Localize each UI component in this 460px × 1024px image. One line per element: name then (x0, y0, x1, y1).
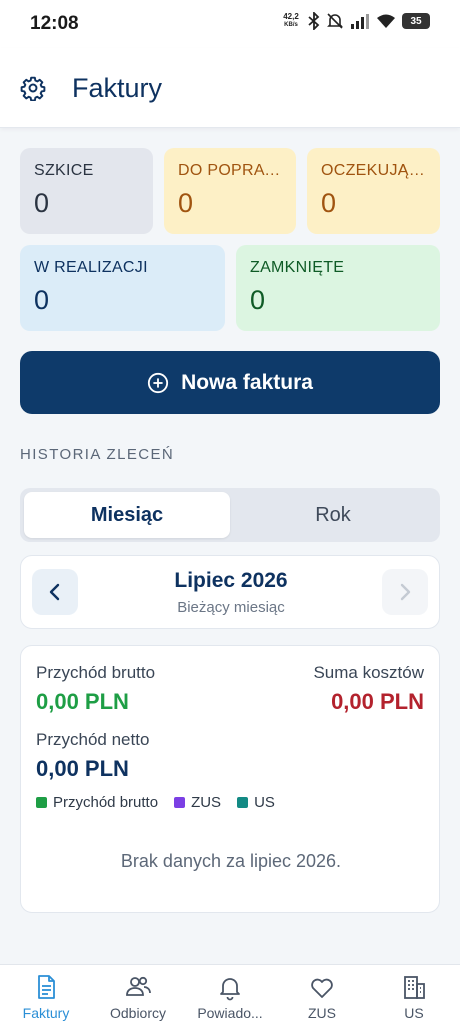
tab-label: US (404, 1005, 424, 1021)
status-card-drafts[interactable]: SZKICE 0 (20, 148, 153, 234)
status-card-label: OCZEKUJĄCE (321, 162, 426, 179)
signal-icon (351, 14, 369, 29)
status-card-in-progress[interactable]: W REALIZACJI 0 (20, 245, 225, 331)
status-icons: 42,2 KB/s 35 (280, 12, 430, 30)
tab-zus[interactable]: ZUS (276, 965, 368, 1024)
status-card-count: 0 (34, 285, 50, 315)
app-header: Faktury (0, 48, 460, 128)
heart-icon (311, 978, 333, 998)
mute-icon (327, 13, 343, 29)
month-subtitle: Bieżący miesiąc (177, 599, 285, 616)
status-time: 12:08 (30, 13, 79, 34)
segment-year[interactable]: Rok (230, 492, 436, 538)
battery-icon: 35 (402, 13, 430, 29)
status-card-label: ZAMKNIĘTE (250, 259, 345, 276)
month-title: Lipiec 2026 (174, 569, 288, 592)
legend-item: ZUS (174, 794, 221, 811)
status-card-count: 0 (250, 285, 266, 315)
tab-notifications[interactable]: Powiado... (184, 965, 276, 1024)
tab-invoices[interactable]: Faktury (0, 965, 92, 1024)
status-bar: 12:08 42,2 KB/s 35 (0, 0, 460, 48)
status-card-count: 0 (178, 188, 194, 218)
month-navigator: Lipiec 2026 Bieżący miesiąc (20, 555, 440, 629)
status-card-label: DO POPRAWY (178, 162, 282, 179)
status-card-pending[interactable]: OCZEKUJĄCE 0 (307, 148, 440, 234)
legend-item: US (237, 794, 275, 811)
total-costs-label: Suma kosztów (313, 663, 424, 682)
tab-label: ZUS (308, 1005, 336, 1021)
document-icon (38, 975, 55, 999)
tab-label: Powiado... (197, 1005, 263, 1021)
chevron-right-icon (400, 583, 411, 601)
tab-label: Odbiorcy (109, 1005, 167, 1021)
status-card-to-fix[interactable]: DO POPRAWY 0 (164, 148, 296, 234)
legend-swatch (36, 797, 47, 808)
bottom-navigation: Faktury Odbiorcy Powiado... ZUS US (0, 964, 460, 1024)
net-revenue-label: Przychód netto (36, 730, 150, 749)
history-section-title: HISTORIA ZLECEŃ (20, 446, 175, 463)
bell-icon (220, 978, 240, 1001)
new-invoice-label: Nowa faktura (181, 370, 313, 394)
legend-swatch (174, 797, 186, 808)
segment-month[interactable]: Miesiąc (24, 492, 230, 538)
bluetooth-icon (308, 12, 320, 30)
total-costs-value: 0,00 PLN (331, 689, 424, 714)
new-invoice-button[interactable]: Nowa faktura (20, 351, 440, 414)
tab-us[interactable]: US (368, 965, 460, 1024)
tab-label: Faktury (22, 1005, 70, 1021)
network-speed: 42,2 KB/s (283, 12, 299, 29)
gross-revenue-value: 0,00 PLN (36, 689, 129, 714)
tab-recipients[interactable]: Odbiorcy (92, 965, 184, 1024)
status-card-label: SZKICE (34, 162, 94, 179)
period-segmented-control: Miesiąc Rok (20, 488, 440, 542)
chart-legend: Przychód brutto ZUS US (36, 794, 285, 811)
legend-swatch (237, 797, 249, 808)
status-card-closed[interactable]: ZAMKNIĘTE 0 (236, 245, 440, 331)
status-card-count: 0 (34, 188, 50, 218)
legend-item: Przychód brutto (36, 794, 158, 811)
next-month-button[interactable] (382, 569, 428, 615)
plus-circle-icon (147, 372, 169, 393)
status-card-label: W REALIZACJI (34, 259, 148, 276)
page-title: Faktury (72, 73, 163, 103)
summary-card: Przychód brutto 0,00 PLN Suma kosztów 0,… (20, 645, 440, 913)
net-revenue-value: 0,00 PLN (36, 756, 129, 781)
status-card-count: 0 (321, 188, 337, 218)
building-icon (404, 976, 425, 999)
users-icon (126, 976, 151, 996)
gross-revenue-label: Przychód brutto (36, 663, 156, 682)
gear-icon[interactable] (20, 75, 46, 101)
empty-state-text: Brak danych za lipiec 2026. (120, 851, 342, 871)
wifi-icon (377, 14, 395, 28)
